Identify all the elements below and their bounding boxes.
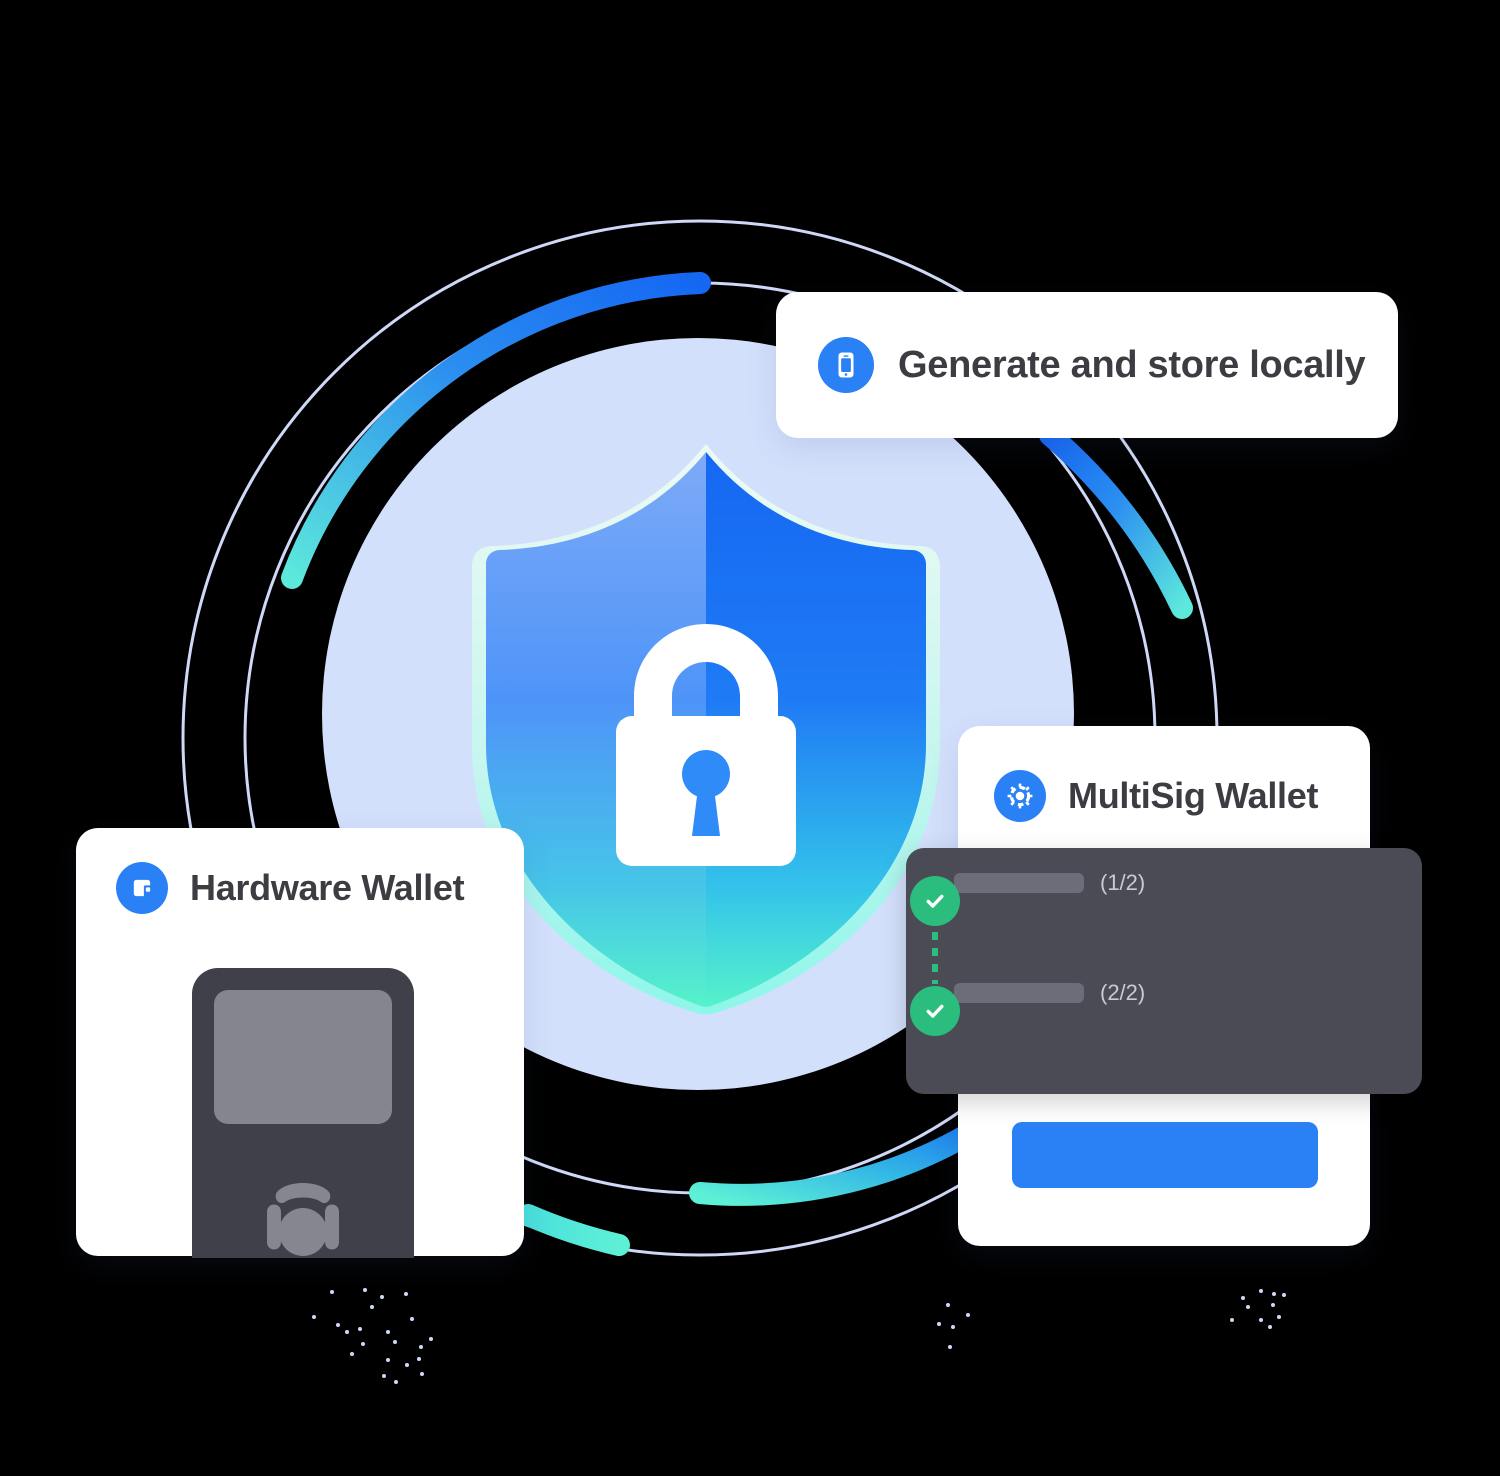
multisig-title-row: MultiSig Wallet [958,726,1370,822]
placeholder-bar-small [954,983,1084,1003]
multisig-signature-panel: (1/2) (2/2) [906,848,1422,1094]
card-multisig-label: MultiSig Wallet [1068,775,1319,816]
signature-list: (1/2) (2/2) [910,872,1388,1070]
signature-count: (2/2) [1100,980,1146,1005]
check-circle-icon [910,986,960,1036]
card-title-row: Generate and store locally [818,337,1366,393]
hardware-title-row: Hardware Wallet [76,828,524,914]
cog-ring-icon [994,770,1046,822]
card-hardware-label: Hardware Wallet [190,867,465,908]
placeholder-bar-small [954,873,1084,893]
card-generate-label: Generate and store locally [898,343,1366,386]
arc-top-right [1039,424,1193,619]
signature-row: (1/2) [910,872,1388,984]
multisig-action-button[interactable] [1012,1122,1318,1188]
hardware-wallet-device [192,968,414,1258]
signature-connector [932,932,938,984]
signature-row-header: (2/2) [954,982,1388,1004]
hardware-device-icon [116,862,168,914]
device-screen [214,990,392,1124]
arc-bottom-left [517,1204,630,1256]
signature-row-header: (1/2) [954,872,1388,894]
device-control-pad [243,1156,363,1276]
signature-count: (1/2) [1100,870,1146,895]
signature-row: (2/2) [910,982,1388,1066]
shield-lock-graphic [468,444,944,1015]
mobile-phone-icon [818,337,874,393]
check-circle-icon [910,876,960,926]
card-generate-locally[interactable]: Generate and store locally [776,292,1398,438]
illustration-stage: Generate and store locally Hardware Wall… [0,0,1500,1476]
